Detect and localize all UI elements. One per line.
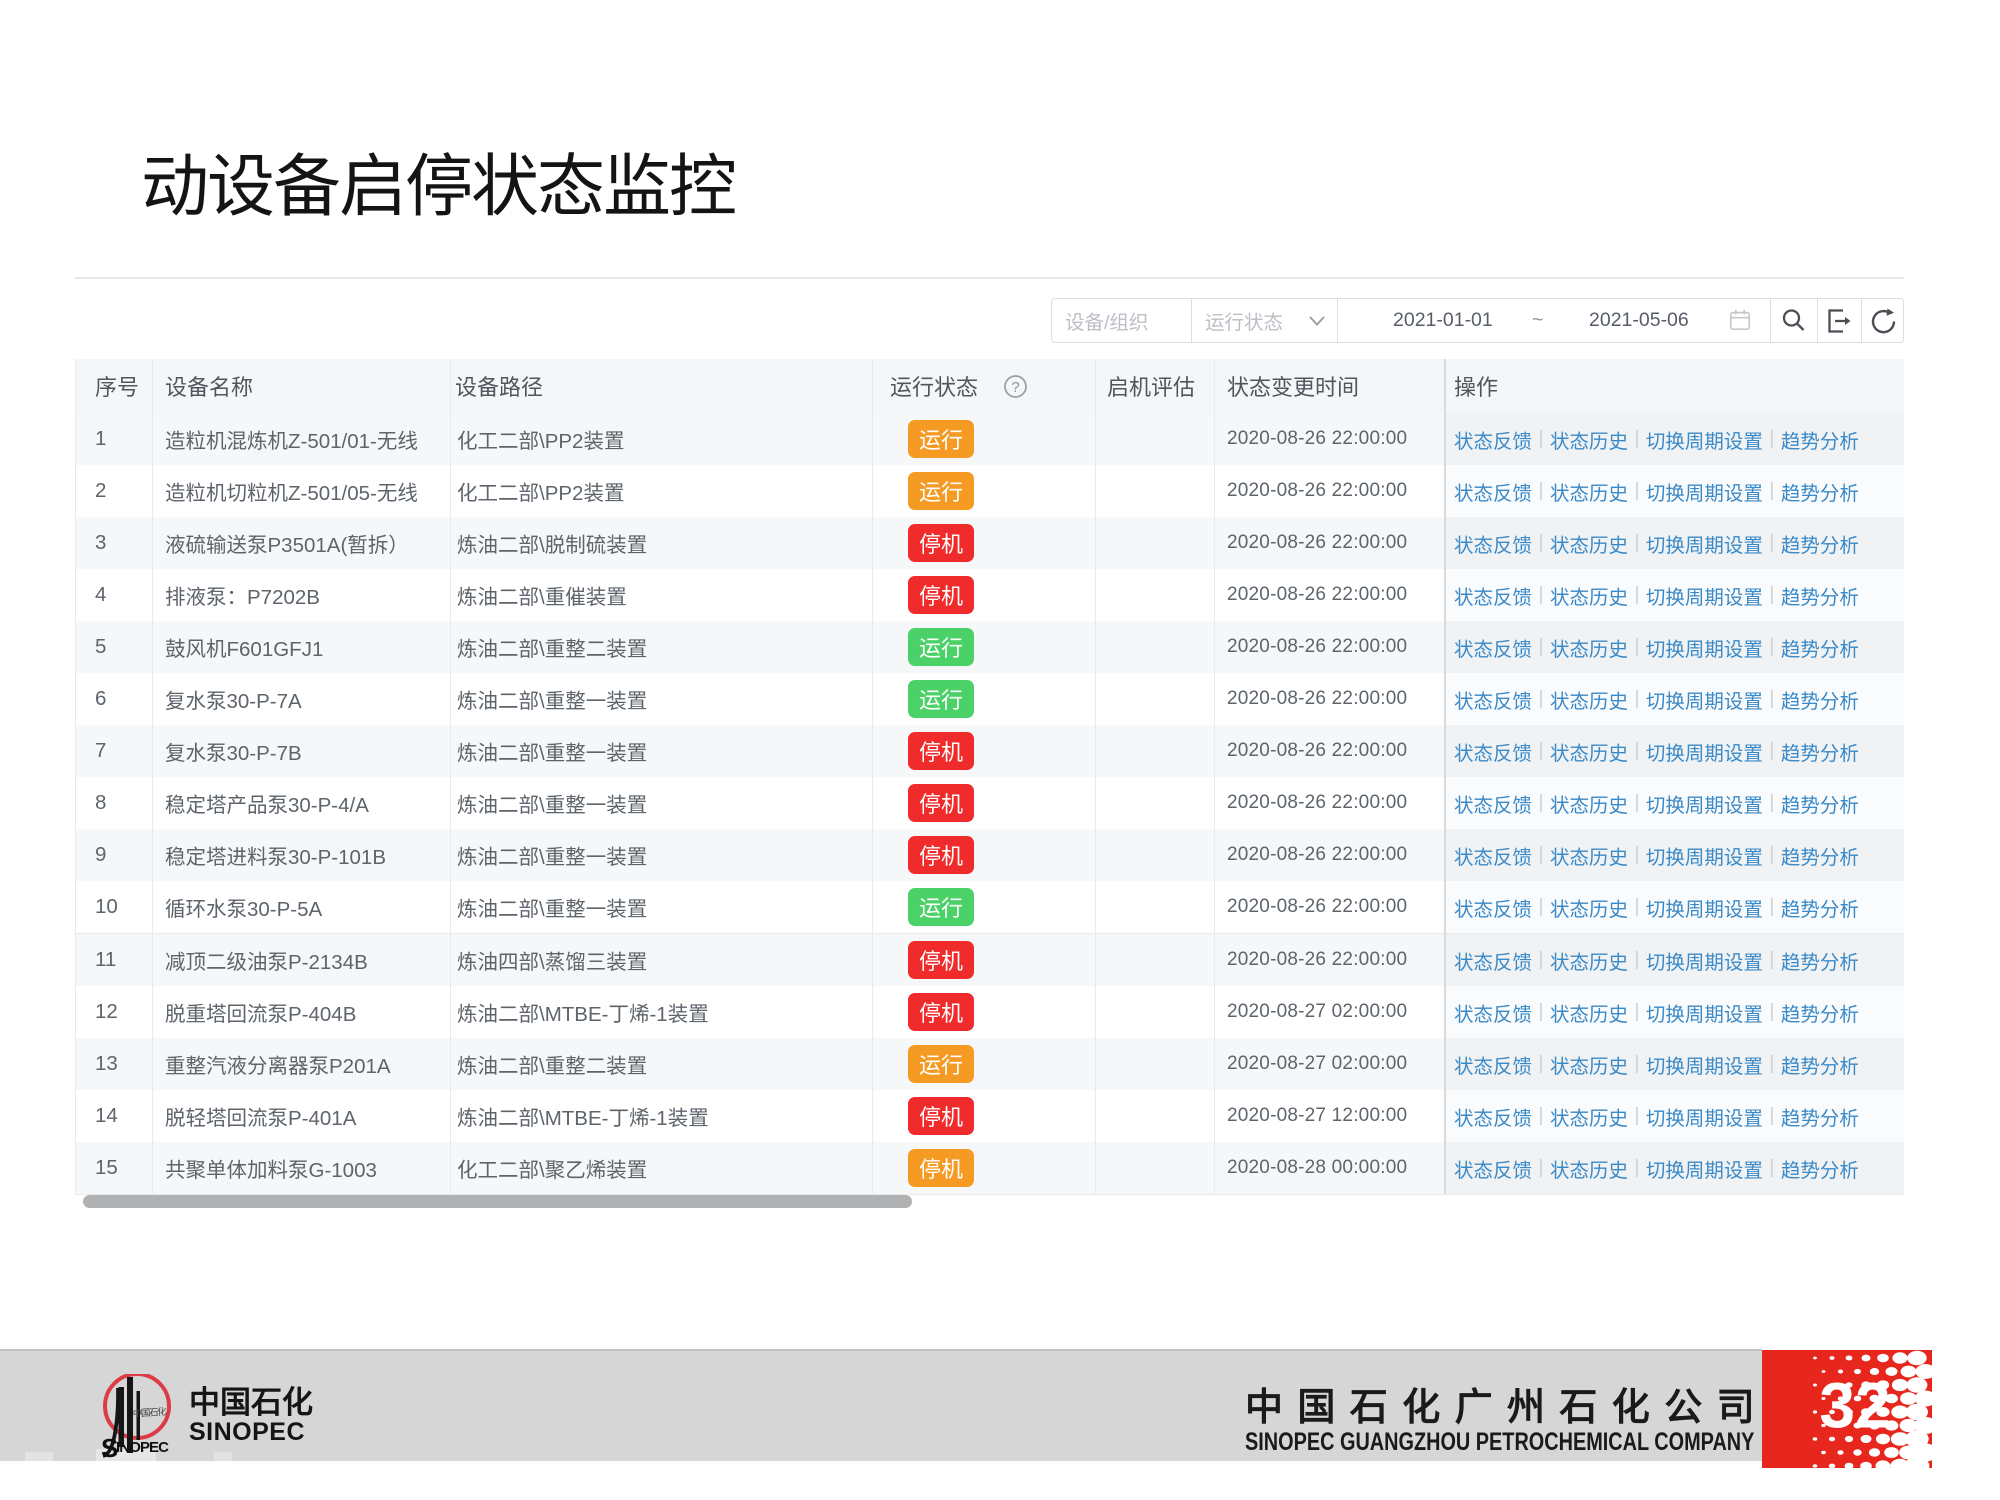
svg-text:?: ?	[1011, 379, 1019, 396]
svg-text:INOPEC: INOPEC	[116, 1439, 169, 1456]
svg-text:中国石化: 中国石化	[132, 1406, 167, 1420]
